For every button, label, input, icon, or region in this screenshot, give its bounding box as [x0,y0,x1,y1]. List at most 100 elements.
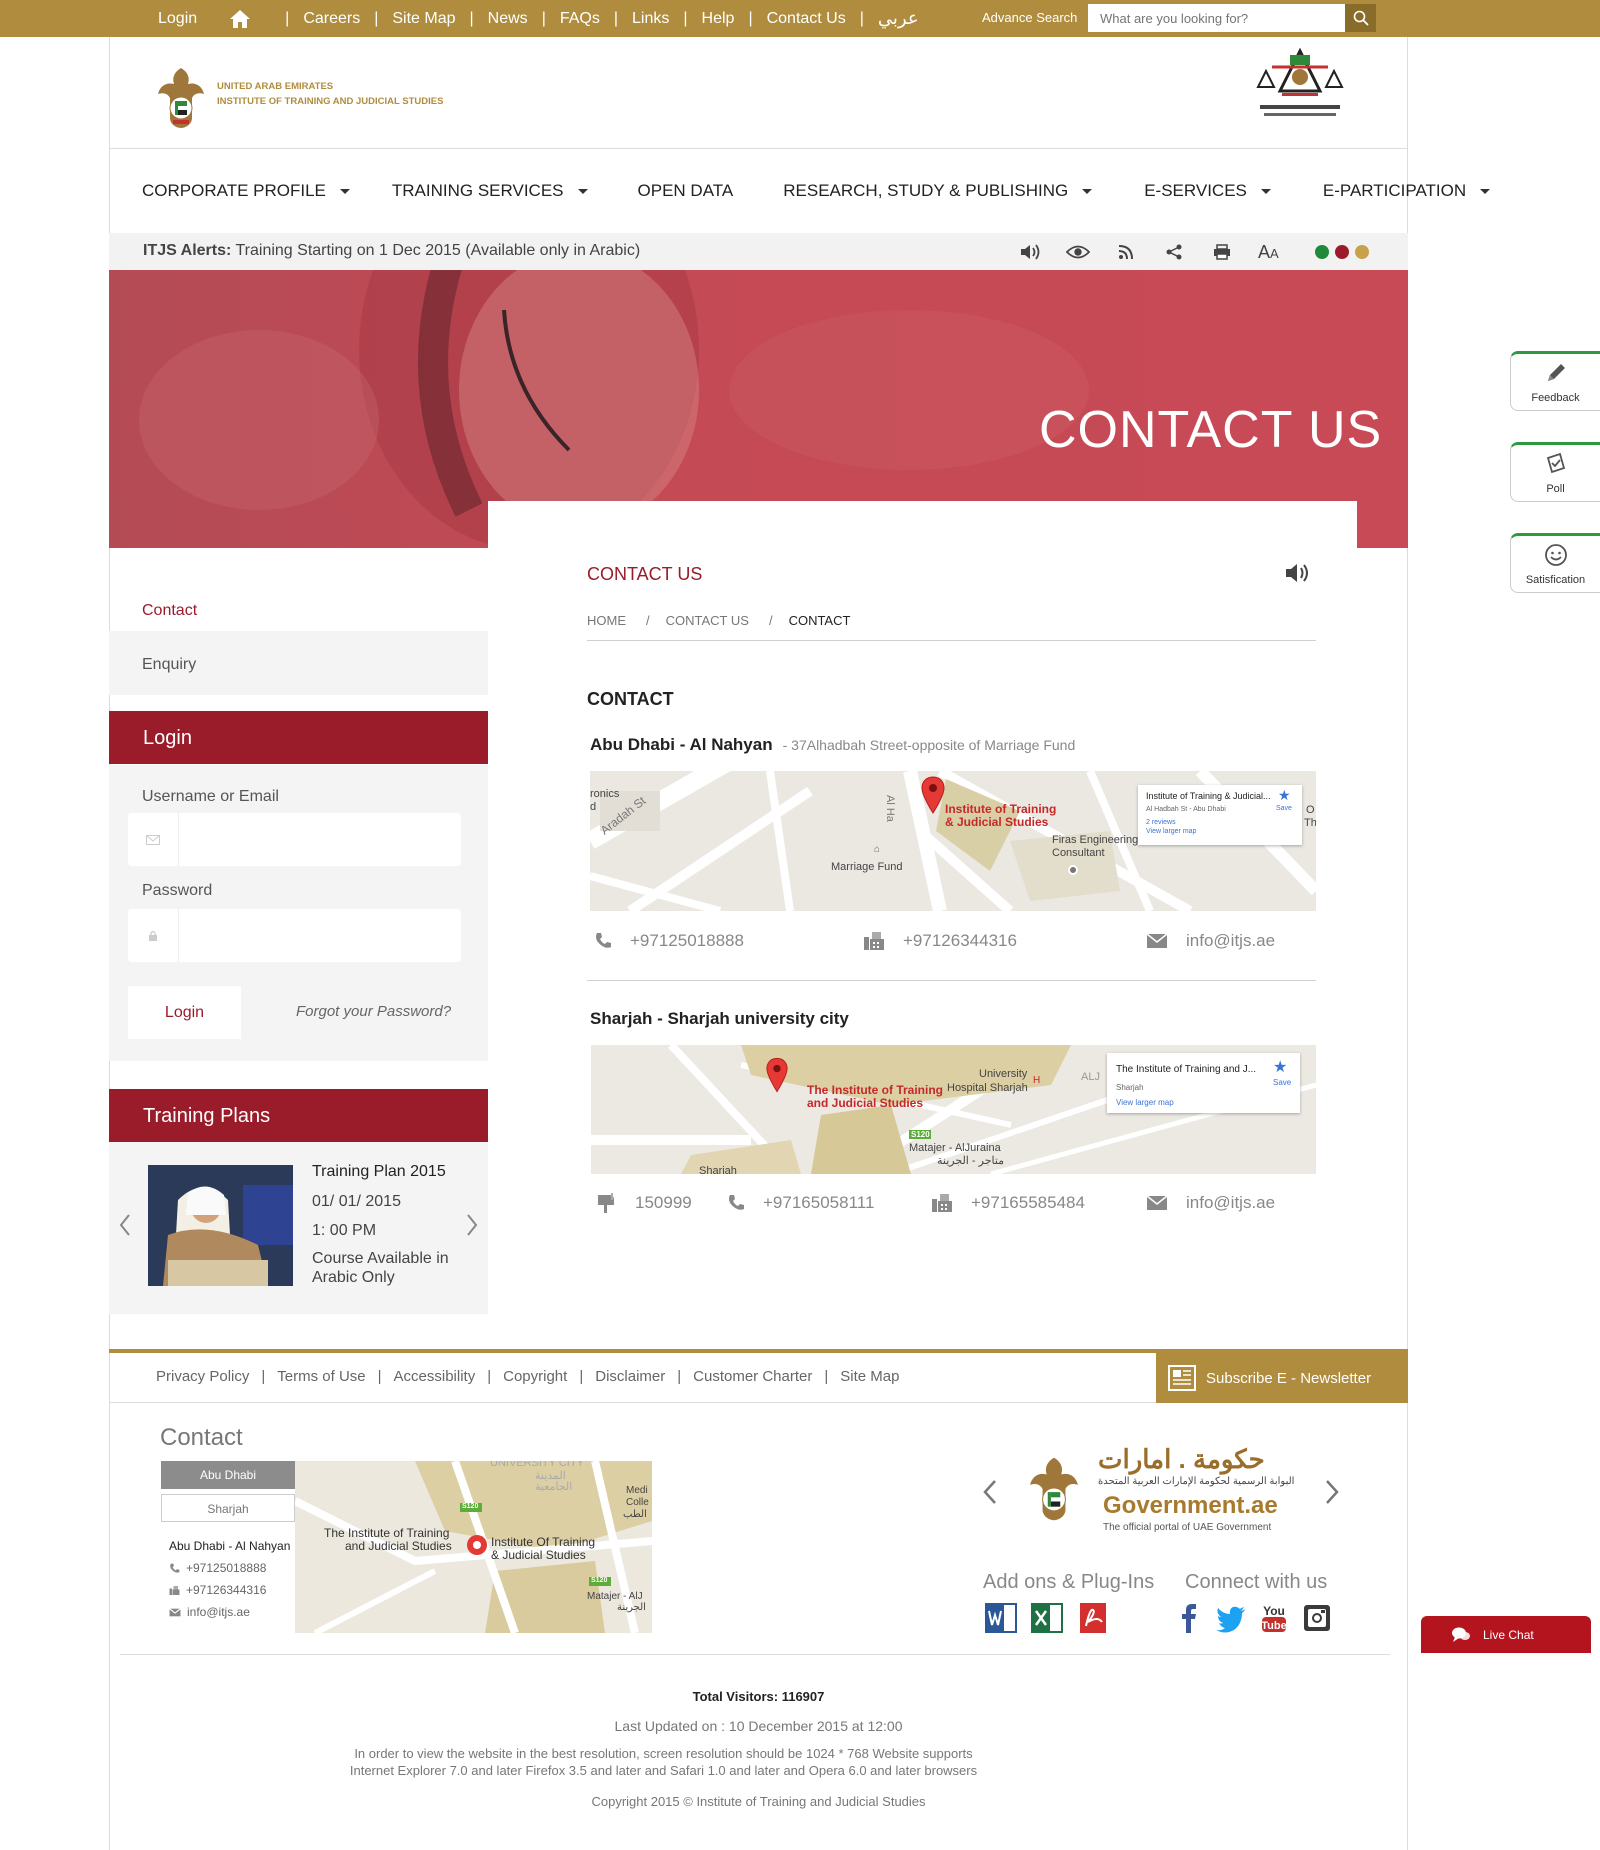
gov-portal-english[interactable]: Government.ae [1103,1492,1278,1520]
breadcrumb-contact-us[interactable]: CONTACT US [666,613,749,628]
chevron-left-icon[interactable] [982,1478,998,1506]
language-switch-arabic[interactable]: عربي [878,8,919,29]
top-link-faqs[interactable]: FAQs [560,10,600,28]
top-link-news[interactable]: News [488,10,528,28]
sidebar-item-enquiry[interactable]: Enquiry [109,631,488,695]
nav-corporate-profile[interactable]: CORPORATE PROFILE [142,178,350,204]
map-pin-label: Institute of Training [945,802,1057,816]
excel-icon[interactable] [1030,1602,1064,1634]
contact-pobox[interactable]: 150999 [595,1192,692,1214]
login-button[interactable]: Login [128,986,241,1039]
chevron-right-icon[interactable] [464,1212,480,1238]
nav-e-participation[interactable]: E-PARTICIPATION [1323,178,1491,204]
theme-green-swatch[interactable] [1314,245,1329,259]
search-input[interactable] [1088,4,1345,32]
map-label: Sharjah [699,1165,737,1174]
map-card-reviews[interactable]: 2 reviews [1146,819,1176,826]
footer-map[interactable]: UNIVERSITY CITY المدينة الجامعية Medi Co… [295,1461,652,1633]
top-link-help[interactable]: Help [702,10,735,28]
map-card-save[interactable]: Save [1276,805,1292,812]
feedback-widget[interactable]: Feedback [1510,351,1600,411]
chevron-right-icon[interactable] [1324,1478,1340,1506]
nav-training-services[interactable]: TRAINING SERVICES [392,178,588,204]
uae-emblem-logo[interactable] [1028,1452,1080,1526]
live-chat-button[interactable]: Live Chat [1421,1616,1591,1653]
home-icon[interactable] [229,9,251,29]
theme-gold-swatch[interactable] [1354,245,1369,259]
youtube-icon[interactable]: You Tube [1257,1602,1291,1634]
facebook-icon[interactable] [1172,1602,1206,1634]
contact-phone[interactable]: +97165058111 [727,1193,874,1213]
itjs-logo[interactable] [1252,47,1348,135]
footer-tab-sharjah[interactable]: Sharjah [161,1494,295,1522]
caret-down-icon [1480,188,1491,194]
map-card-save[interactable]: Save [1273,1078,1291,1087]
forgot-password-link[interactable]: Forgot your Password? [296,1003,451,1020]
nav-open-data[interactable]: OPEN DATA [638,178,734,204]
twitter-icon[interactable] [1214,1602,1248,1634]
eye-icon[interactable] [1066,241,1090,263]
share-icon[interactable] [1162,241,1186,263]
contact-phone[interactable]: +97125018888 [594,931,744,951]
top-link-sitemap[interactable]: Site Map [392,10,455,28]
map-label: UNIVERSITY CITY [490,1461,584,1469]
footer-link-accessibility[interactable]: Accessibility [394,1368,476,1385]
map-abu-dhabi[interactable]: ronics d Aradah St Al Ha Marriage Fund ⌂… [590,771,1316,911]
satisfaction-widget[interactable]: Satisfication [1510,533,1600,593]
nav-e-services[interactable]: E-SERVICES [1144,178,1271,204]
chevron-left-icon[interactable] [117,1212,133,1238]
chat-icon [1452,1627,1470,1642]
advance-search-link[interactable]: Advance Search [982,10,1077,25]
speaker-icon[interactable] [1018,241,1042,263]
map-label: and Judicial Studies [345,1539,452,1553]
rss-icon[interactable] [1114,241,1138,263]
training-photo[interactable] [148,1165,293,1286]
footer-divider [120,1654,1390,1655]
nav-label: TRAINING SERVICES [391,181,564,200]
contact-fax[interactable]: +97165585484 [931,1193,1085,1213]
print-icon[interactable] [1210,241,1234,263]
pdf-icon[interactable] [1076,1602,1110,1634]
instagram-icon[interactable] [1300,1602,1334,1634]
top-link-careers[interactable]: Careers [303,10,360,28]
subscribe-newsletter-button[interactable]: Subscribe E - Newsletter [1156,1353,1408,1403]
footer-tab-abu-dhabi[interactable]: Abu Dhabi [161,1461,295,1489]
speaker-icon[interactable] [1283,561,1311,585]
contact-fax[interactable]: +97126344316 [863,931,1017,951]
contact-email[interactable]: info@itjs.ae [1146,931,1275,951]
poll-widget[interactable]: Poll [1510,442,1600,502]
training-plan-title[interactable]: Training Plan 2015 [312,1163,446,1181]
footer-link-terms[interactable]: Terms of Use [277,1368,365,1385]
map-sharjah[interactable]: University Hospital Sharjah H ALJ S120 M… [591,1045,1316,1174]
place-marker-icon [1068,865,1078,875]
top-link-contact[interactable]: Contact Us [767,10,846,28]
sidebar-item-contact[interactable]: Contact [142,602,197,620]
nav-research[interactable]: RESEARCH, STUDY & PUBLISHING [783,178,1093,204]
star-icon[interactable]: ★ [1273,1057,1287,1077]
footer-link-disclaimer[interactable]: Disclaimer [595,1368,665,1385]
footer-link-charter[interactable]: Customer Charter [693,1368,812,1385]
alert-ticker[interactable]: ITJS Alerts: Training Starting on 1 Dec … [143,242,640,260]
uae-emblem-logo[interactable] [156,66,206,130]
top-link-links[interactable]: Links [632,10,669,28]
star-icon[interactable]: ★ [1278,787,1291,804]
view-larger-map-link[interactable]: View larger map [1116,1098,1174,1107]
top-link-login[interactable]: Login [158,10,197,28]
contact-email[interactable]: info@itjs.ae [1146,1193,1275,1213]
footer-link-copyright[interactable]: Copyright [503,1368,567,1385]
gov-portal-arabic[interactable]: حكومة . امارات [1098,1444,1265,1475]
training-box-title: Training Plans [109,1089,488,1142]
map-info-card: Institute of Training & Judicial... Al H… [1138,785,1302,845]
theme-red-swatch[interactable] [1334,245,1349,259]
footer-link-privacy[interactable]: Privacy Policy [156,1368,249,1385]
username-input[interactable] [180,813,460,866]
map-label: ronics [590,788,620,800]
view-larger-map-link[interactable]: View larger map [1146,828,1196,835]
footer-link-sitemap[interactable]: Site Map [840,1368,899,1385]
word-icon[interactable] [984,1602,1018,1634]
search-button[interactable] [1345,4,1376,32]
breadcrumb-home[interactable]: HOME [587,613,626,628]
envelope-icon [1146,933,1168,948]
font-size-toggle[interactable]: AA [1258,242,1279,263]
password-input[interactable] [180,909,460,962]
